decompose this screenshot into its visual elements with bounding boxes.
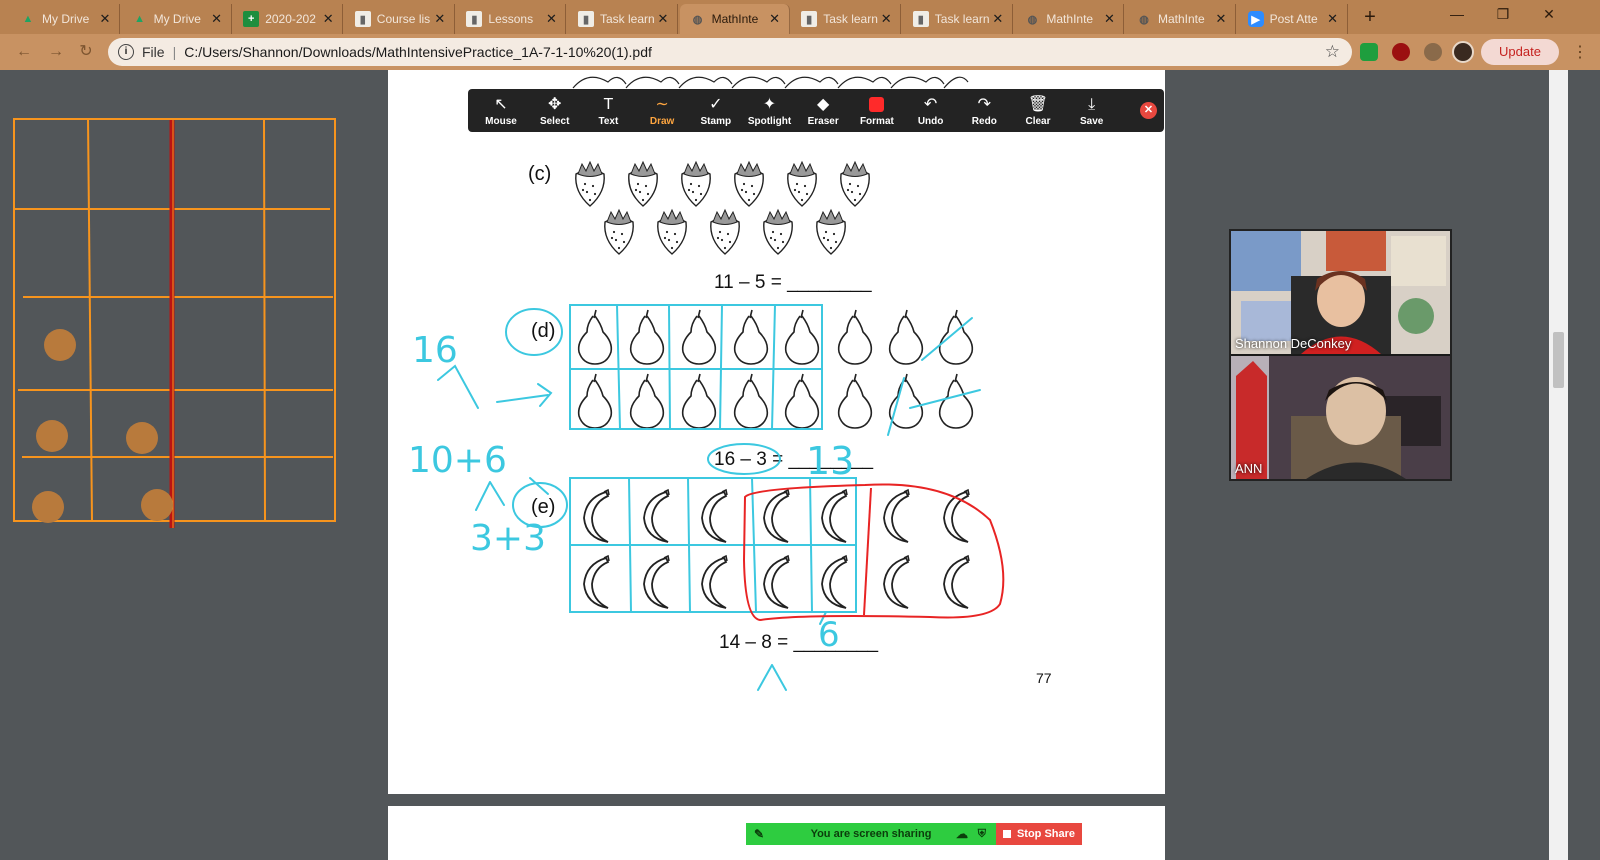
red-grouping-loop	[742, 483, 1005, 622]
pdf-scrollbar[interactable]	[1549, 70, 1568, 860]
restore-button[interactable]: ❐	[1480, 0, 1526, 28]
menu-kebab-icon[interactable]: ⋮	[1572, 42, 1588, 62]
tab-label: MathInte	[1158, 12, 1205, 26]
tool-undo[interactable]: ↶ Undo	[904, 89, 958, 132]
tool-format[interactable]: Format	[850, 89, 904, 132]
zoom-annotation-toolbar: ✕ ↖ Mouse ✥ Select T Text ∼ Draw ✓ Stamp ✦ Spotligh…	[468, 89, 1164, 132]
tab-label: Post Atte	[1269, 12, 1318, 26]
ink-answer-e: 6	[818, 615, 840, 655]
browser-tab[interactable]: ◍ MathInte ✕	[1126, 4, 1236, 34]
stop-share-label: Stop Share	[1016, 828, 1076, 840]
zoom-icon: ▶	[1247, 11, 1264, 27]
update-button[interactable]: Update	[1481, 39, 1559, 65]
tool-mouse[interactable]: ↖ Mouse	[474, 89, 528, 132]
student-video-feed	[1231, 356, 1450, 479]
video-name-host: Shannon DeConkey	[1235, 336, 1352, 351]
shield-icon: ⛨	[977, 827, 986, 840]
tool-label: Text	[598, 115, 619, 127]
close-annotation-icon[interactable]: ✕	[1140, 102, 1157, 119]
stop-square-icon	[1002, 830, 1011, 838]
close-window-button[interactable]: ✕	[1526, 0, 1572, 28]
tab-close-icon[interactable]: ✕	[1101, 11, 1117, 27]
video-tile-student[interactable]: ANN	[1231, 356, 1450, 479]
tool-eraser[interactable]: ◆ Eraser	[796, 89, 850, 132]
extension-green-icon[interactable]	[1360, 43, 1378, 61]
tool-spotlight[interactable]: ✦ Spotlight	[743, 89, 797, 132]
eraser-icon: ◆	[817, 95, 830, 113]
ublock-icon[interactable]	[1392, 43, 1410, 61]
trash-icon: 🗑	[1027, 95, 1049, 113]
save-icon: ⤓	[1088, 95, 1096, 113]
tool-label: Spotlight	[747, 115, 792, 127]
spotlight-icon: ✦	[762, 95, 777, 113]
tool-save[interactable]: ⤓ Save	[1065, 89, 1119, 132]
tool-label: Mouse	[485, 115, 517, 127]
undo-icon: ↶	[923, 95, 938, 113]
tool-select[interactable]: ✥ Select	[528, 89, 582, 132]
text-icon: T	[603, 95, 614, 113]
screen-share-bar: ✎ You are screen sharing ☁ ⛨ Stop Share	[746, 823, 1084, 845]
tool-draw[interactable]: ∼ Draw	[635, 89, 689, 132]
draw-icon: ∼	[655, 95, 669, 113]
ink-work-e: 3+3	[470, 518, 546, 559]
ink-work-d-top: 16	[412, 330, 458, 371]
tab-close-icon[interactable]: ✕	[1325, 11, 1341, 27]
extension-puzzle-icon[interactable]	[1424, 43, 1442, 61]
tool-label: Stamp	[700, 115, 732, 127]
move-icon: ✥	[547, 95, 562, 113]
video-tile-host[interactable]: Shannon DeConkey	[1231, 231, 1450, 354]
tool-label: Save	[1080, 115, 1104, 127]
tool-label: Eraser	[807, 115, 839, 127]
minimize-button[interactable]: —	[1434, 0, 1480, 28]
bookmark-star-icon[interactable]: ☆	[1325, 42, 1340, 62]
tool-label: Draw	[649, 115, 675, 127]
scrollbar-thumb[interactable]	[1553, 332, 1564, 388]
screen-sharing-status[interactable]: ✎ You are screen sharing ☁ ⛨	[746, 823, 996, 845]
tool-text[interactable]: T Text	[581, 89, 635, 132]
ink-answer-d: 13	[806, 439, 854, 483]
video-panel: Shannon DeConkey ANN	[1229, 229, 1452, 481]
tool-label: Clear	[1025, 115, 1051, 127]
tool-stamp[interactable]: ✓ Stamp	[689, 89, 743, 132]
new-tab-button[interactable]: +	[1356, 6, 1384, 28]
browser-tab[interactable]: ▶ Post Atte ✕	[1238, 4, 1348, 34]
tool-clear[interactable]: 🗑 Clear	[1011, 89, 1065, 132]
tool-label: Format	[859, 115, 894, 127]
profile-avatar[interactable]	[1452, 41, 1474, 63]
redo-icon: ↷	[977, 95, 991, 113]
tab-close-icon[interactable]: ✕	[1213, 11, 1229, 27]
ink-work-d-bottom: 10+6	[408, 440, 507, 481]
screen-sharing-text: You are screen sharing	[810, 828, 932, 840]
checkmark-icon: ✓	[709, 95, 723, 113]
globe-icon: ◍	[1139, 13, 1149, 26]
tool-label: Undo	[917, 115, 944, 127]
cursor-icon: ↖	[494, 95, 508, 113]
tool-label: Redo	[971, 115, 997, 127]
drag-handle-icon[interactable]: ✎	[754, 827, 764, 841]
tool-redo[interactable]: ↷ Redo	[957, 89, 1011, 132]
color-swatch-icon	[869, 96, 885, 112]
stop-share-button[interactable]: Stop Share	[996, 823, 1082, 845]
tool-label: Select	[539, 115, 570, 127]
video-name-student: ANN	[1235, 461, 1263, 476]
cloud-icon: ☁	[956, 827, 968, 841]
